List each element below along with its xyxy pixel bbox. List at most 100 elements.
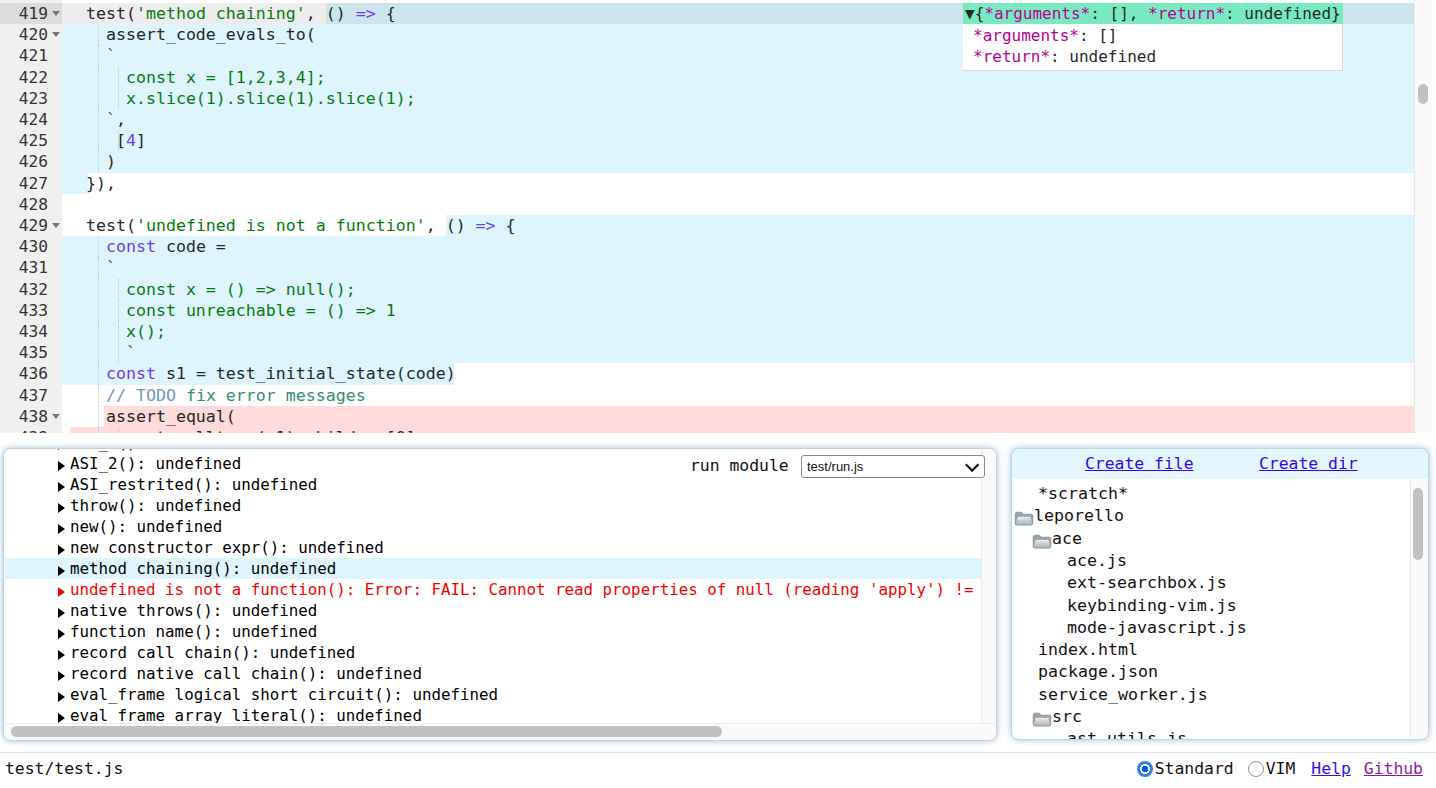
create-dir-link[interactable]: Create dir	[1259, 453, 1358, 475]
expand-triangle-icon[interactable]	[58, 692, 70, 702]
code-line[interactable]: // TODO fix error messages	[62, 385, 1414, 406]
radio-icon[interactable]	[1137, 761, 1153, 777]
line-number[interactable]: 435	[0, 342, 62, 363]
expand-triangle-icon[interactable]	[58, 448, 70, 450]
tree-item-label: service_worker.js	[1038, 683, 1208, 706]
code-editor[interactable]: test('method chaining', () => { assert_c…	[0, 0, 1436, 433]
line-number[interactable]: 424	[0, 109, 62, 130]
result-row[interactable]: function name(): undefined	[5, 621, 981, 642]
editor-scrollbar-thumb[interactable]	[1418, 84, 1428, 104]
expand-triangle-icon[interactable]	[58, 524, 70, 534]
tree-item-folder[interactable]: ace	[1012, 527, 1410, 550]
expand-triangle-icon[interactable]	[58, 713, 70, 723]
result-row[interactable]: eval_frame logical short circuit(): unde…	[5, 684, 981, 705]
tree-item-file[interactable]: ext-searchbox.js	[1012, 571, 1410, 594]
fold-arrow-icon[interactable]	[52, 32, 60, 41]
results-hscrollbar-thumb[interactable]	[11, 726, 722, 737]
value-tooltip-detail[interactable]: *arguments*: []*return*: undefined	[963, 24, 1343, 70]
line-number[interactable]: 433	[0, 300, 62, 321]
line-number[interactable]: 429	[0, 215, 62, 236]
run-module-select[interactable]: test/run.js	[801, 455, 985, 478]
results-vscrollbar[interactable]	[981, 449, 996, 725]
line-number[interactable]: 439	[0, 427, 62, 433]
line-number[interactable]: 422	[0, 67, 62, 88]
line-number[interactable]: 438	[0, 406, 62, 427]
line-number[interactable]: 425	[0, 130, 62, 151]
results-hscrollbar[interactable]	[5, 723, 995, 739]
expand-triangle-icon[interactable]	[58, 461, 70, 471]
line-number[interactable]: 430	[0, 236, 62, 257]
code-line[interactable]: `	[62, 257, 1414, 278]
code-line[interactable]: `,	[62, 109, 1414, 130]
radio-icon[interactable]	[1248, 761, 1264, 777]
line-number[interactable]: 421	[0, 45, 62, 66]
expand-triangle-icon[interactable]	[58, 650, 70, 660]
create-file-link[interactable]: Create file	[1085, 453, 1194, 475]
line-number[interactable]: 426	[0, 151, 62, 172]
result-row[interactable]: throw(): undefined	[5, 495, 981, 516]
expand-triangle-icon[interactable]	[58, 482, 70, 492]
tree-item-file[interactable]: service_worker.js	[1012, 683, 1410, 706]
expand-triangle-icon[interactable]	[58, 545, 70, 555]
code-line[interactable]	[62, 194, 1414, 215]
fold-arrow-icon[interactable]	[52, 223, 60, 232]
line-number[interactable]: 436	[0, 363, 62, 384]
expand-triangle-icon[interactable]	[58, 566, 70, 576]
result-row[interactable]: undefined is not a function(): Error: FA…	[5, 579, 981, 600]
value-tooltip-summary[interactable]: ▼{*arguments*: [], *return*: undefined}	[963, 3, 1343, 24]
result-row[interactable]: new(): undefined	[5, 516, 981, 537]
tree-item-file[interactable]: ast_utils.js	[1012, 727, 1410, 740]
tree-item-file[interactable]: keybinding-vim.js	[1012, 594, 1410, 617]
expand-triangle-icon[interactable]	[58, 671, 70, 681]
fold-arrow-icon[interactable]	[52, 414, 60, 423]
file-tree-scrollbar[interactable]	[1410, 480, 1426, 738]
expand-triangle-icon[interactable]	[58, 608, 70, 618]
file-tree-scrollbar-thumb[interactable]	[1413, 488, 1423, 560]
result-row[interactable]: new constructor expr(): undefined	[5, 537, 981, 558]
tree-item-file[interactable]: ace.js	[1012, 549, 1410, 572]
code-line[interactable]: x.slice(1).slice(1).slice(1);	[62, 88, 1414, 109]
line-number[interactable]: 428	[0, 194, 62, 215]
tree-item-folder[interactable]: leporello	[1012, 504, 1410, 527]
expand-triangle-icon[interactable]	[58, 587, 70, 597]
mode-radio-vim[interactable]: VIM	[1248, 753, 1296, 784]
line-number[interactable]: 431	[0, 257, 62, 278]
code-line[interactable]: const x = () => null();	[62, 279, 1414, 300]
code-line[interactable]: }),	[62, 173, 1414, 194]
tree-item-folder[interactable]: src	[1012, 705, 1410, 728]
result-row[interactable]: record native call chain(): undefined	[5, 663, 981, 684]
line-number[interactable]: 419	[0, 3, 62, 24]
help-link[interactable]: Help	[1311, 753, 1350, 784]
line-number[interactable]: 420	[0, 24, 62, 45]
github-link[interactable]: Github	[1364, 753, 1423, 784]
code-line[interactable]: test('undefined is not a function', () =…	[62, 215, 1414, 236]
mode-radio-standard[interactable]: Standard	[1137, 753, 1234, 784]
code-line[interactable]: `	[62, 342, 1414, 363]
tree-item-file[interactable]: *scratch*	[1012, 482, 1410, 505]
code-line[interactable]: const unreachable = () => 1	[62, 300, 1414, 321]
tree-item-file[interactable]: mode-javascript.js	[1012, 616, 1410, 639]
tooltip-row[interactable]: *arguments*: []	[973, 25, 1342, 46]
code-line[interactable]: x();	[62, 321, 1414, 342]
code-line[interactable]: const s1 = test_initial_state(code)	[62, 363, 1414, 384]
code-line[interactable]: [4]	[62, 130, 1414, 151]
expand-triangle-icon[interactable]	[58, 503, 70, 513]
code-line[interactable]: const code =	[62, 236, 1414, 257]
result-row[interactable]: record call chain(): undefined	[5, 642, 981, 663]
line-number[interactable]: 434	[0, 321, 62, 342]
code-line[interactable]: assert_equal(	[62, 406, 1414, 427]
expand-triangle-icon[interactable]	[58, 629, 70, 639]
tree-item-file[interactable]: index.html	[1012, 638, 1410, 661]
editor-scrollbar[interactable]	[1414, 0, 1432, 433]
result-row[interactable]: native throws(): undefined	[5, 600, 981, 621]
result-row[interactable]: method chaining(): undefined	[5, 558, 981, 579]
fold-arrow-icon[interactable]	[52, 11, 60, 20]
line-number[interactable]: 423	[0, 88, 62, 109]
tooltip-row[interactable]: *return*: undefined	[973, 46, 1342, 67]
code-line[interactable]: )	[62, 151, 1414, 172]
tree-item-file[interactable]: package.json	[1012, 660, 1410, 683]
code-line[interactable]: root_calltree(s1).children[0],	[62, 427, 1414, 433]
line-number[interactable]: 437	[0, 385, 62, 406]
line-number[interactable]: 432	[0, 279, 62, 300]
line-number[interactable]: 427	[0, 173, 62, 194]
